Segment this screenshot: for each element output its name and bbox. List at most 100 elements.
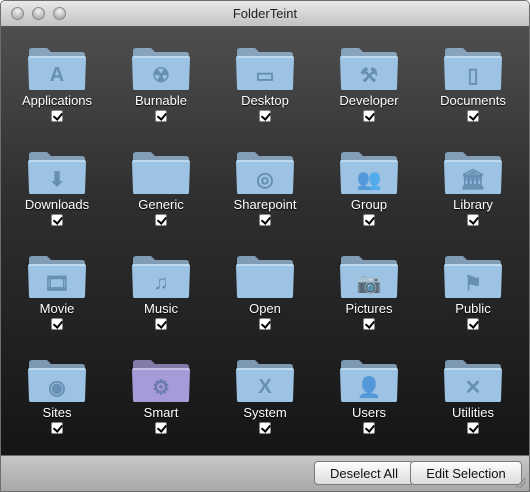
edit-selection-button[interactable]: Edit Selection — [410, 461, 522, 485]
folder-label: Movie — [39, 301, 75, 316]
folder-glyph — [131, 163, 191, 195]
folder-checkbox[interactable] — [467, 110, 479, 122]
folder-glyph: ⬇ — [48, 168, 66, 191]
folder-item-documents[interactable]: ▯ Documents — [421, 45, 525, 149]
users-folder-icon[interactable]: 👤 — [339, 357, 399, 403]
folder-glyph: 🎞 — [44, 272, 70, 295]
folder-glyph: ▭ — [255, 64, 275, 87]
movie-folder-icon[interactable]: 🎞 — [27, 253, 87, 299]
sites-folder-icon[interactable]: ◉ — [27, 357, 87, 403]
folder-label: Generic — [138, 197, 184, 212]
folder-item-smart[interactable]: ⚙ Smart — [109, 357, 213, 461]
folder-item-sharepoint[interactable]: ◎ Sharepoint — [213, 149, 317, 253]
folder-checkbox[interactable] — [51, 110, 63, 122]
title-bar[interactable]: FolderTeint — [1, 1, 529, 27]
folder-checkbox[interactable] — [51, 422, 63, 434]
folder-glyph: ♫ — [153, 271, 169, 294]
folder-checkbox[interactable] — [259, 110, 271, 122]
folder-checkbox[interactable] — [51, 318, 63, 330]
folder-glyph: ▯ — [467, 64, 479, 87]
folder-item-desktop[interactable]: ▭ Desktop — [213, 45, 317, 149]
folder-checkbox[interactable] — [467, 214, 479, 226]
window-title: FolderTeint — [232, 6, 298, 21]
folder-glyph: ☢ — [152, 64, 170, 87]
folder-glyph — [235, 267, 295, 299]
folder-glyph: 👤 — [356, 376, 382, 399]
folder-item-developer[interactable]: ⚒ Developer — [317, 45, 421, 149]
folder-glyph: ◎ — [256, 168, 274, 191]
folder-label: Public — [455, 301, 491, 316]
folder-glyph: ✕ — [464, 376, 482, 399]
folder-checkbox[interactable] — [467, 318, 479, 330]
folder-checkbox[interactable] — [363, 422, 375, 434]
folder-item-group[interactable]: 👥 Group — [317, 149, 421, 253]
burnable-folder-icon[interactable]: ☢ — [131, 45, 191, 91]
folder-checkbox[interactable] — [363, 318, 375, 330]
folder-item-downloads[interactable]: ⬇ Downloads — [5, 149, 109, 253]
folder-checkbox[interactable] — [155, 110, 167, 122]
folder-label: Smart — [143, 405, 179, 420]
bottom-toolbar: Deselect All Edit Selection — [1, 455, 529, 491]
folder-label: Developer — [339, 93, 399, 108]
folder-label: Applications — [21, 93, 93, 108]
folder-label: Downloads — [24, 197, 90, 212]
folder-checkbox[interactable] — [155, 214, 167, 226]
folder-glyph: A — [49, 63, 65, 86]
open-folder-icon[interactable] — [235, 253, 295, 299]
folder-label: Library — [453, 197, 493, 212]
sharepoint-folder-icon[interactable]: ◎ — [235, 149, 295, 195]
folder-item-music[interactable]: ♫ Music — [109, 253, 213, 357]
folder-label: Sites — [42, 405, 72, 420]
folder-label: Open — [249, 301, 281, 316]
folder-item-pictures[interactable]: 📷 Pictures — [317, 253, 421, 357]
folder-glyph: 👥 — [356, 168, 382, 191]
folder-checkbox[interactable] — [259, 318, 271, 330]
downloads-folder-icon[interactable]: ⬇ — [27, 149, 87, 195]
folder-item-system[interactable]: X System — [213, 357, 317, 461]
folder-glyph: 🏛 — [460, 168, 486, 191]
folder-item-movie[interactable]: 🎞 Movie — [5, 253, 109, 357]
folder-checkbox[interactable] — [467, 422, 479, 434]
documents-folder-icon[interactable]: ▯ — [443, 45, 503, 91]
folder-checkbox[interactable] — [363, 214, 375, 226]
folder-glyph: X — [258, 375, 272, 398]
folder-item-burnable[interactable]: ☢ Burnable — [109, 45, 213, 149]
folder-item-sites[interactable]: ◉ Sites — [5, 357, 109, 461]
folder-label: Documents — [440, 93, 506, 108]
folder-checkbox[interactable] — [363, 110, 375, 122]
folder-item-library[interactable]: 🏛 Library — [421, 149, 525, 253]
generic-folder-icon[interactable] — [131, 149, 191, 195]
folder-item-open[interactable]: Open — [213, 253, 317, 357]
music-folder-icon[interactable]: ♫ — [131, 253, 191, 299]
pictures-folder-icon[interactable]: 📷 — [339, 253, 399, 299]
applications-folder-icon[interactable]: A — [27, 45, 87, 91]
folder-glyph: ⚙ — [152, 376, 170, 399]
desktop-folder-icon[interactable]: ▭ — [235, 45, 295, 91]
folder-label: Group — [350, 197, 388, 212]
folder-item-users[interactable]: 👤 Users — [317, 357, 421, 461]
folder-glyph: 📷 — [356, 272, 382, 295]
folder-checkbox[interactable] — [259, 214, 271, 226]
folder-label: System — [243, 405, 287, 420]
folder-checkbox[interactable] — [51, 214, 63, 226]
system-folder-icon[interactable]: X — [235, 357, 295, 403]
folder-item-generic[interactable]: Generic — [109, 149, 213, 253]
developer-folder-icon[interactable]: ⚒ — [339, 45, 399, 91]
group-folder-icon[interactable]: 👥 — [339, 149, 399, 195]
folder-item-utilities[interactable]: ✕ Utilities — [421, 357, 525, 461]
public-folder-icon[interactable]: ⚑ — [443, 253, 503, 299]
utilities-folder-icon[interactable]: ✕ — [443, 357, 503, 403]
folder-checkbox[interactable] — [155, 422, 167, 434]
smart-folder-icon[interactable]: ⚙ — [131, 357, 191, 403]
folder-item-public[interactable]: ⚑ Public — [421, 253, 525, 357]
folder-checkbox[interactable] — [155, 318, 167, 330]
folder-label: Burnable — [134, 93, 188, 108]
folder-label: Desktop — [241, 93, 289, 108]
resize-grip-icon[interactable] — [516, 478, 526, 488]
library-folder-icon[interactable]: 🏛 — [443, 149, 503, 195]
deselect-all-button[interactable]: Deselect All — [314, 461, 414, 485]
folder-glyph: ⚒ — [360, 64, 378, 87]
folder-checkbox[interactable] — [259, 422, 271, 434]
folder-item-applications[interactable]: A Applications — [5, 45, 109, 149]
folder-label: Sharepoint — [233, 197, 297, 212]
